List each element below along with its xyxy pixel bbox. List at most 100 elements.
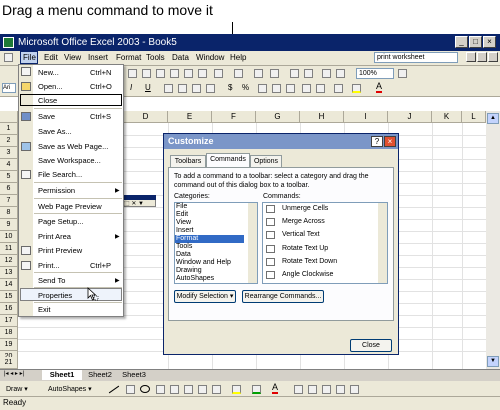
- row-header[interactable]: 17: [0, 315, 18, 327]
- excel-app-icon[interactable]: [3, 37, 14, 48]
- clipart-icon[interactable]: [198, 385, 207, 394]
- menu-insert[interactable]: Insert: [88, 53, 108, 62]
- underline-icon[interactable]: U: [145, 83, 151, 92]
- fill-color-icon[interactable]: [352, 84, 361, 93]
- sheet-nav-icon[interactable]: |◂ ◂ ▸ ▸|: [4, 370, 24, 377]
- doc-restore-button[interactable]: [477, 52, 487, 62]
- row-header[interactable]: 10: [0, 231, 18, 243]
- row-header[interactable]: 6: [0, 183, 18, 195]
- decrease-indent-icon[interactable]: [302, 84, 311, 93]
- category-item[interactable]: Tools: [176, 243, 192, 250]
- modify-selection-button[interactable]: Modify Selection ▾: [174, 290, 236, 303]
- menu-view[interactable]: View: [64, 53, 81, 62]
- vertical-scrollbar[interactable]: [486, 111, 500, 369]
- tab-toolbars[interactable]: Toolbars: [170, 155, 206, 167]
- hyperlink-icon[interactable]: [254, 69, 263, 78]
- scroll-down-icon[interactable]: ▼: [487, 356, 499, 367]
- row-header[interactable]: 4: [0, 159, 18, 171]
- menu-item-permission[interactable]: Permission: [38, 186, 75, 195]
- comma-style-icon[interactable]: [258, 84, 267, 93]
- paste-icon[interactable]: [142, 69, 151, 78]
- dash-style-icon[interactable]: [308, 385, 317, 394]
- command-item[interactable]: Rotate Text Down: [282, 258, 337, 265]
- arrow-style-icon[interactable]: [322, 385, 331, 394]
- menu-item-new[interactable]: New...: [38, 68, 59, 77]
- increase-decimal-icon[interactable]: [272, 84, 281, 93]
- menu-item-close[interactable]: Close: [38, 96, 57, 105]
- category-item[interactable]: Edit: [176, 211, 188, 218]
- minimize-button[interactable]: _: [455, 36, 468, 48]
- row-header[interactable]: 2: [0, 135, 18, 147]
- menu-file[interactable]: File: [23, 53, 36, 62]
- menu-window[interactable]: Window: [196, 53, 224, 62]
- oval-tool-icon[interactable]: [140, 385, 150, 393]
- merge-center-icon[interactable]: [206, 84, 215, 93]
- autoshapes-menu[interactable]: AutoShapes ▾: [48, 385, 92, 393]
- font-color-icon[interactable]: A: [376, 82, 383, 93]
- row-header[interactable]: 16: [0, 303, 18, 315]
- undo-icon[interactable]: [214, 69, 223, 78]
- menu-item-exit[interactable]: Exit: [38, 305, 51, 314]
- menu-item-print[interactable]: Print...: [38, 261, 60, 270]
- sheet-tab-sheet1[interactable]: Sheet1: [42, 370, 82, 380]
- row-header[interactable]: 3: [0, 147, 18, 159]
- menu-help[interactable]: Help: [230, 53, 246, 62]
- row-header[interactable]: 8: [0, 207, 18, 219]
- row-header[interactable]: 9: [0, 219, 18, 231]
- commands-scrollbar[interactable]: [378, 203, 387, 283]
- fill-tool-icon[interactable]: [232, 385, 241, 394]
- category-item[interactable]: Data: [176, 251, 191, 258]
- row-header[interactable]: 7: [0, 195, 18, 207]
- line-color-icon[interactable]: [252, 385, 261, 394]
- category-item[interactable]: File: [176, 203, 187, 210]
- column-header[interactable]: E: [168, 111, 212, 123]
- menu-edit[interactable]: Edit: [44, 53, 58, 62]
- menu-tools[interactable]: Tools: [146, 53, 165, 62]
- currency-icon[interactable]: $: [228, 83, 232, 92]
- row-header[interactable]: 1: [0, 123, 18, 135]
- wordart-icon[interactable]: [170, 385, 179, 394]
- font-box[interactable]: Ari: [2, 83, 16, 93]
- column-header[interactable]: F: [212, 111, 256, 123]
- menu-item-web-page-preview[interactable]: Web Page Preview: [38, 202, 102, 211]
- column-header[interactable]: D: [124, 111, 168, 123]
- sheet-tab-sheet3[interactable]: Sheet3: [117, 370, 151, 380]
- font-color-draw-icon[interactable]: A: [272, 383, 279, 394]
- menu-item-properties[interactable]: Properties: [38, 291, 72, 300]
- row-header[interactable]: 21: [0, 357, 18, 369]
- command-item[interactable]: Angle Clockwise: [282, 271, 333, 278]
- tab-options[interactable]: Options: [250, 155, 282, 167]
- category-item[interactable]: Insert: [176, 227, 194, 234]
- diagram-icon[interactable]: [184, 385, 193, 394]
- ask-question-box[interactable]: print worksheet: [374, 52, 458, 63]
- category-item[interactable]: Drawing: [176, 267, 202, 274]
- categories-scrollbar[interactable]: [248, 203, 257, 283]
- align-center-icon[interactable]: [178, 84, 187, 93]
- sheet-tab-sheet2[interactable]: Sheet2: [83, 370, 117, 380]
- align-left-icon[interactable]: [164, 84, 173, 93]
- menu-format[interactable]: Format: [116, 53, 141, 62]
- format-painter-icon[interactable]: [156, 69, 165, 78]
- command-item[interactable]: Vertical Text: [282, 231, 320, 238]
- category-item[interactable]: Window and Help: [176, 259, 231, 266]
- menu-item-save-workspace[interactable]: Save Workspace...: [38, 156, 101, 165]
- column-header[interactable]: H: [300, 111, 344, 123]
- column-header[interactable]: J: [388, 111, 432, 123]
- menu-item-save-web-page[interactable]: Save as Web Page...: [38, 142, 108, 151]
- rearrange-commands-button[interactable]: Rearrange Commands...: [242, 290, 324, 303]
- menu-item-page-setup[interactable]: Page Setup...: [38, 217, 83, 226]
- sort-ascending-icon[interactable]: [290, 69, 299, 78]
- menu-item-print-preview[interactable]: Print Preview: [38, 246, 82, 255]
- shadow-style-icon[interactable]: [336, 385, 345, 394]
- command-item[interactable]: Unmerge Cells: [282, 205, 328, 212]
- zoom-box[interactable]: 100%: [356, 68, 394, 79]
- row-header[interactable]: 11: [0, 243, 18, 255]
- category-item[interactable]: AutoShapes: [176, 275, 214, 282]
- column-header[interactable]: G: [256, 111, 300, 123]
- row-header[interactable]: 12: [0, 255, 18, 267]
- copy-icon[interactable]: [170, 69, 179, 78]
- category-item[interactable]: View: [176, 219, 191, 226]
- maximize-button[interactable]: □: [469, 36, 482, 48]
- borders-icon[interactable]: [334, 84, 343, 93]
- close-button[interactable]: Close: [350, 339, 392, 352]
